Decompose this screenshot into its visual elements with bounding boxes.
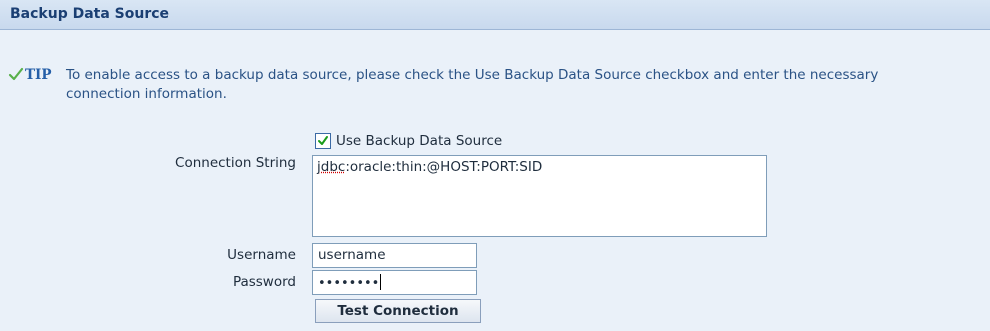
username-field[interactable]: username <box>312 243 477 268</box>
password-field[interactable]: •••••••• <box>312 270 477 295</box>
checkmark-icon <box>8 66 24 82</box>
connection-string-label: Connection String <box>175 155 296 171</box>
use-backup-label[interactable]: Use Backup Data Source <box>336 133 502 149</box>
test-connection-button[interactable]: Test Connection <box>315 299 481 323</box>
checkbox-checked-icon <box>318 136 328 145</box>
username-label: Username <box>227 247 296 263</box>
connection-string-value: :oracle:thin:@HOST:PORT:SID <box>345 159 543 175</box>
use-backup-checkbox[interactable] <box>315 133 331 149</box>
connection-string-textarea[interactable]: jdbc:oracle:thin:@HOST:PORT:SID <box>312 155 767 237</box>
password-label: Password <box>232 274 296 290</box>
password-value: •••••••• <box>318 276 380 291</box>
backup-data-source-panel: Backup Data Source TIP To enable access … <box>0 0 990 331</box>
tip-text: To enable access to a backup data source… <box>66 67 879 102</box>
tip-label: TIP <box>25 67 52 83</box>
section-title: Backup Data Source <box>10 6 170 22</box>
section-header: Backup Data Source <box>0 0 990 30</box>
username-value: username <box>318 247 386 263</box>
connection-string-prefix: jdbc <box>317 159 346 175</box>
text-caret <box>380 274 382 290</box>
